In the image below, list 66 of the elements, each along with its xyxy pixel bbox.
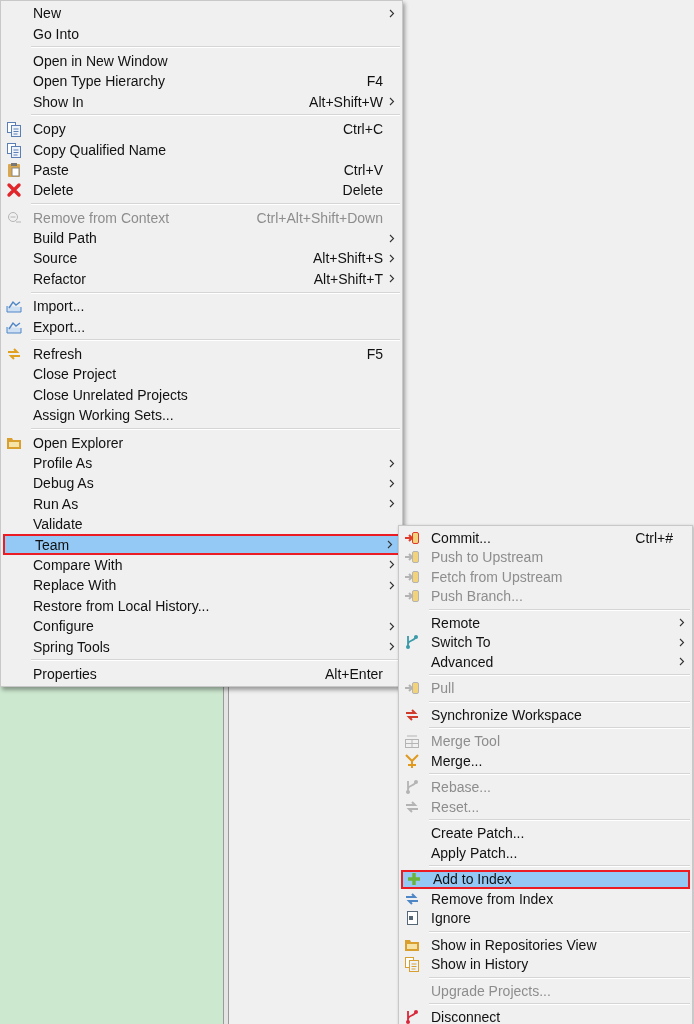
clipboard-icon xyxy=(6,161,22,178)
remove-icon xyxy=(6,209,22,226)
menu-item[interactable]: Go Into xyxy=(3,23,400,44)
menu-item[interactable]: Replace With xyxy=(3,575,400,596)
menu-item[interactable]: Add to Index xyxy=(401,869,690,889)
menu-item[interactable]: Refactor Alt+Shift+T xyxy=(3,268,400,290)
copy-icon xyxy=(6,121,22,138)
menu-item[interactable]: Profile As xyxy=(3,452,400,474)
menu-item[interactable]: Show In Alt+Shift+W xyxy=(3,91,400,112)
merge-tool-icon xyxy=(404,733,420,750)
menu-item[interactable]: Remote xyxy=(401,613,690,633)
menu-item[interactable]: Assign Working Sets... xyxy=(3,405,400,426)
menu-item[interactable]: Import... xyxy=(3,296,400,317)
menu-item[interactable]: Configure xyxy=(3,615,400,637)
swap-icon xyxy=(404,890,420,907)
menu-item[interactable]: Copy Qualified Name xyxy=(3,139,400,160)
document-icon xyxy=(404,910,420,927)
menu-item[interactable]: Close Unrelated Projects xyxy=(3,384,400,406)
rebase-icon xyxy=(404,779,420,796)
menu-item[interactable]: Apply Patch... xyxy=(401,843,690,863)
delete-icon xyxy=(6,182,22,199)
menu-item[interactable]: Ignore xyxy=(401,908,690,928)
menu-item[interactable]: Create Patch... xyxy=(401,823,690,843)
menu-item[interactable]: Open in New Window xyxy=(3,50,400,72)
menu-item[interactable]: Commit... Ctrl+# xyxy=(401,528,690,548)
menu-item[interactable]: Validate xyxy=(3,514,400,535)
menu-item[interactable]: Remove from Index xyxy=(401,889,690,909)
push-icon xyxy=(404,588,420,605)
disconnect-icon xyxy=(404,1009,420,1024)
menu-item[interactable]: Spring Tools xyxy=(3,636,400,657)
menu-item[interactable]: Team xyxy=(3,534,400,555)
menu-item[interactable]: Properties Alt+Enter xyxy=(3,663,400,685)
menu-item[interactable]: Compare With xyxy=(3,554,400,576)
menu-item[interactable]: Merge... xyxy=(401,751,690,771)
import-icon xyxy=(6,298,22,315)
menu-item[interactable]: Close Project xyxy=(3,364,400,385)
history-icon xyxy=(404,956,420,973)
menu-item[interactable]: Run As xyxy=(3,493,400,514)
menu-item[interactable]: Show in Repositories View xyxy=(401,935,690,955)
menu-item[interactable]: Synchronize Workspace xyxy=(401,705,690,725)
commit-icon xyxy=(404,529,420,546)
fetch-icon xyxy=(404,568,420,585)
branch-icon xyxy=(404,634,420,651)
sync-icon xyxy=(404,706,420,723)
pull-icon xyxy=(404,680,420,697)
menu-item[interactable]: Debug As xyxy=(3,473,400,494)
menu-item[interactable]: Open Explorer xyxy=(3,432,400,453)
menu-item[interactable]: Export... xyxy=(3,316,400,337)
menu-item[interactable]: Delete Delete xyxy=(3,180,400,201)
reset-icon xyxy=(404,798,420,815)
menu-item[interactable]: Advanced xyxy=(401,652,690,672)
copy-icon xyxy=(6,141,22,158)
menu-item[interactable]: Switch To xyxy=(401,632,690,652)
push-icon xyxy=(404,549,420,566)
menu-item[interactable]: Open Type Hierarchy F4 xyxy=(3,71,400,92)
menu-item[interactable]: New xyxy=(3,3,400,24)
menu-item[interactable]: Disconnect xyxy=(401,1007,690,1024)
menu-item[interactable]: Restore from Local History... xyxy=(3,595,400,616)
add-icon xyxy=(406,871,422,888)
menu-item[interactable]: Paste Ctrl+V xyxy=(3,159,400,181)
merge-icon xyxy=(404,752,420,769)
menu-item[interactable]: Source Alt+Shift+S xyxy=(3,248,400,269)
menu-item[interactable]: Copy Ctrl+C xyxy=(3,118,400,140)
menu-item[interactable]: Refresh F5 xyxy=(3,343,400,365)
menu-item[interactable]: Build Path xyxy=(3,227,400,249)
menu-item[interactable]: Show in History xyxy=(401,954,690,974)
